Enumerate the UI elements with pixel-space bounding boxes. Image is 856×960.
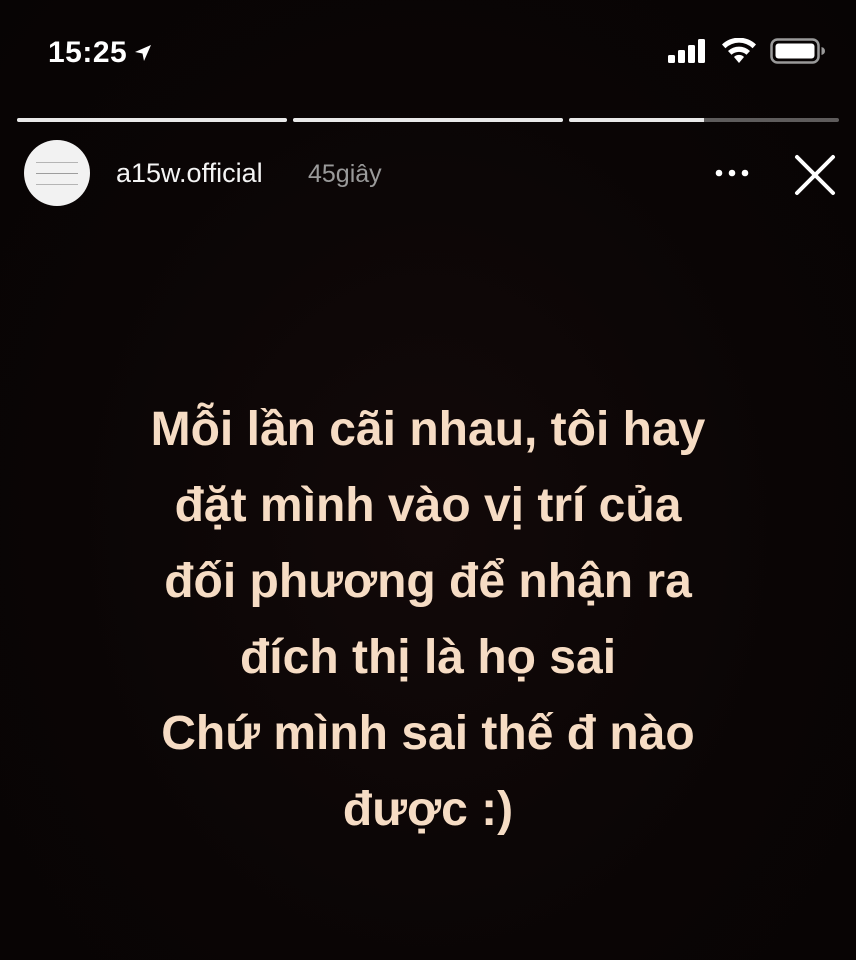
status-time: 15:25: [48, 36, 153, 70]
username[interactable]: a15w.official: [116, 158, 263, 189]
story-text: Mỗi lần cãi nhau, tôi hay đặt mình vào v…: [40, 392, 816, 848]
story-progress-bar: [17, 118, 839, 123]
story-text-line: được :): [342, 783, 514, 836]
status-icons: [668, 37, 826, 69]
location-arrow-icon: [135, 45, 152, 61]
avatar[interactable]: [24, 140, 90, 206]
progress-segment: [569, 118, 839, 122]
story-text-line: đối phương để nhận ra: [164, 555, 692, 608]
story-screen: 15:25 a15w.official 45giây Mỗi lần cãi n…: [0, 0, 856, 960]
close-icon: [795, 155, 835, 195]
close-button[interactable]: [790, 150, 840, 200]
story-text-line: đích thị là họ sai: [239, 631, 617, 684]
battery-icon: [770, 38, 826, 69]
progress-segment: [293, 118, 563, 122]
more-dots-icon: [715, 169, 749, 177]
more-options-button[interactable]: [712, 158, 752, 188]
wifi-icon: [722, 37, 756, 69]
status-time-label: 15:25: [48, 36, 128, 69]
story-text-line: Chứ mình sai thế đ nào: [161, 707, 695, 760]
progress-segment: [17, 118, 287, 122]
story-timestamp: 45giây: [308, 160, 382, 188]
cellular-signal-icon: [668, 39, 708, 68]
story-text-line: Mỗi lần cãi nhau, tôi hay: [150, 403, 706, 456]
story-text-line: đặt mình vào vị trí của: [174, 479, 682, 532]
